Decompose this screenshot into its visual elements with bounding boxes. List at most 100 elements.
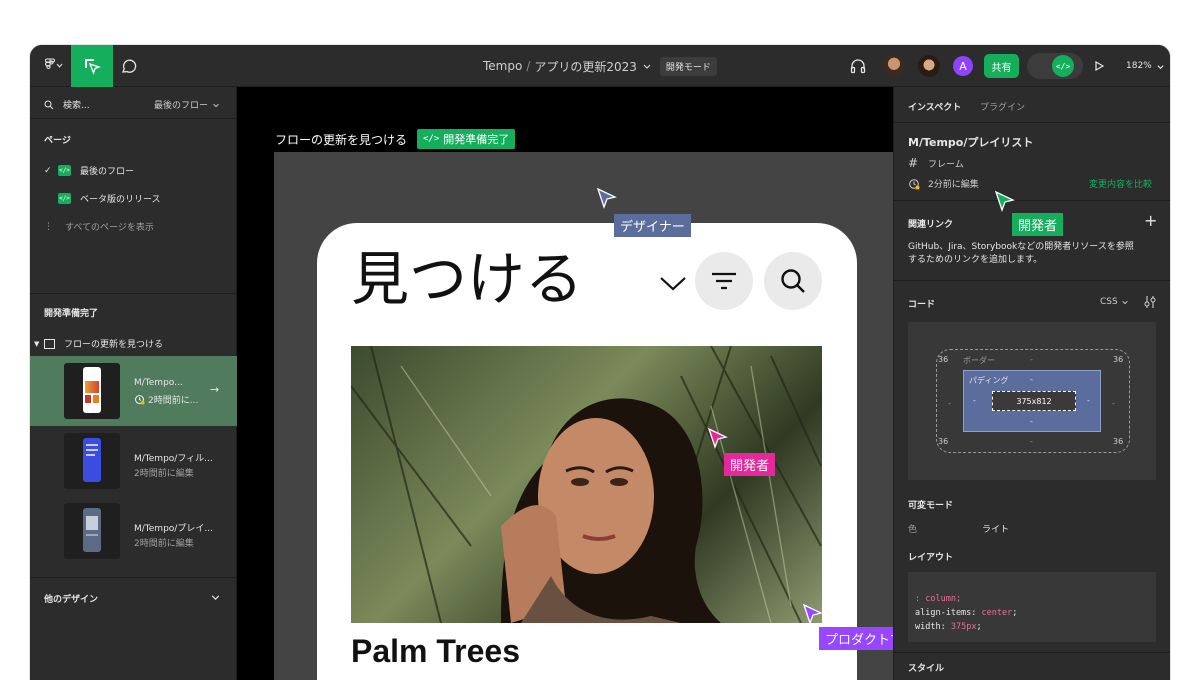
comment-tool-button[interactable]: [116, 53, 142, 79]
frame-thumbnail: [64, 433, 120, 489]
frame-meta: 2時間前に...: [134, 393, 198, 406]
code-language-value: CSS: [1100, 297, 1118, 307]
links-description-line: するためのリンクを追加します。: [908, 255, 1043, 265]
frame-title: M/Tempo/プレイ...: [134, 524, 213, 534]
frame-row[interactable]: M/Tempo/フィル... 2時間前に編集: [30, 426, 237, 496]
ready-section-heading: 開発準備完了: [44, 309, 99, 319]
search-field[interactable]: 検索...: [44, 98, 90, 111]
dev-mode-badge[interactable]: 開発モード: [659, 56, 717, 76]
project-name[interactable]: Tempo: [483, 59, 522, 73]
comment-icon: [122, 59, 137, 73]
compare-changes-link[interactable]: 変更内容を比較: [1089, 177, 1152, 190]
border-label: ボーダー: [963, 356, 995, 365]
designer-cursor-label: デザイナー: [614, 214, 691, 237]
arrow-right-icon[interactable]: →: [210, 383, 219, 396]
tab-plugins[interactable]: プラグイン: [980, 100, 1025, 113]
radius-value: 36: [938, 355, 949, 364]
history-icon: [135, 395, 145, 405]
style-heading: スタイル: [908, 664, 945, 674]
breadcrumb-separator: /: [526, 59, 531, 73]
padding-value: -: [1030, 417, 1033, 426]
page-item[interactable]: </> ベータ版のリリース: [44, 192, 161, 205]
canvas-section-title[interactable]: フローの更新を見つける: [275, 131, 407, 148]
padding-box: パディング - - - - 375x812: [963, 370, 1101, 432]
file-name[interactable]: アプリの更新2023: [534, 58, 637, 75]
collaborator-cursor-icon: [707, 427, 728, 449]
search-icon: [44, 100, 54, 109]
card-photo[interactable]: [351, 346, 822, 623]
links-description-line: GitHub、Jira、Storybookなどの開発者リソースを参照: [908, 242, 1134, 252]
other-designs-heading[interactable]: 他のデザイン: [44, 592, 98, 605]
page-item[interactable]: ✓ </> 最後のフロー: [44, 164, 134, 177]
frame-row[interactable]: M/Tempo/プレイ... 2時間前に編集: [30, 496, 237, 566]
collaborator-avatar[interactable]: [883, 55, 905, 77]
color-mode-label: 色: [908, 525, 918, 535]
collaborator-cursor-icon: [596, 187, 617, 209]
code-property: align-items: [915, 608, 972, 618]
code-value: 375px: [950, 622, 977, 632]
screen-heading: 見つける: [351, 245, 584, 313]
chevron-down-icon: [1121, 300, 1128, 305]
border-value: -: [1030, 355, 1033, 364]
frame-icon: #: [908, 156, 919, 170]
chevron-down-icon[interactable]: [210, 592, 221, 603]
code-heading: コード: [908, 300, 936, 310]
radius-value: 36: [1113, 355, 1124, 364]
chevron-down-icon: [1157, 64, 1164, 69]
radius-value: 36: [1113, 437, 1124, 446]
frame-thumbnail: [64, 503, 120, 559]
cursor-icon: [85, 59, 101, 75]
code-language-select[interactable]: CSS: [1100, 297, 1129, 307]
page-label: 最後のフロー: [80, 167, 135, 177]
layout-code-block[interactable]: : column; align-items: center; width: 37…: [908, 572, 1156, 642]
frame-thumbnail: [64, 363, 120, 419]
collaborator-cursor-icon: [994, 190, 1015, 212]
ready-for-dev-badge[interactable]: </> 開発準備完了: [417, 129, 516, 149]
tab-inspect[interactable]: インスペクト: [908, 100, 961, 113]
radius-value: 36: [938, 437, 949, 446]
photo-image: [351, 346, 822, 623]
show-all-pages-label: すべてのページを表示: [65, 223, 154, 233]
developer-cursor-label: 開発者: [1012, 213, 1064, 236]
play-icon: [1095, 60, 1105, 72]
zoom-control[interactable]: 182%: [1126, 45, 1165, 87]
main-menu-button[interactable]: [36, 53, 70, 79]
show-all-pages-link[interactable]: ⋮ すべてのページを表示: [44, 220, 154, 234]
code-value: : column;: [915, 594, 962, 604]
frame-subtitle: 2時間前に編集: [134, 469, 194, 479]
frame-name: M/Tempo/プレイリスト: [908, 136, 1034, 149]
settings-icon[interactable]: [1143, 295, 1157, 309]
pages-heading: ページ: [44, 136, 71, 146]
section-row[interactable]: ▼ フローの更新を見つける: [34, 337, 163, 350]
frame-type-row: # フレーム: [908, 156, 964, 170]
border-value: -: [1030, 437, 1033, 446]
border-value: -: [948, 399, 951, 408]
frame-row-selected[interactable]: M/Tempo... 2時間前に... →: [30, 356, 237, 426]
frame-type-label: フレーム: [928, 159, 964, 170]
chevron-down-icon[interactable]: [658, 273, 688, 293]
more-icon: ⋮: [44, 221, 53, 232]
code-line: : column;: [915, 592, 1149, 606]
design-canvas[interactable]: フローの更新を見つける </> 開発準備完了 見つける Palm Trees デ…: [237, 87, 893, 680]
padding-value: -: [1030, 375, 1033, 384]
present-button[interactable]: [1088, 55, 1110, 77]
filter-button[interactable]: [695, 252, 753, 310]
links-heading: 関連リンク: [908, 220, 954, 230]
phone-frame[interactable]: 見つける Palm Trees: [317, 223, 857, 680]
collaborator-avatar[interactable]: A: [953, 56, 973, 76]
collaborator-avatar[interactable]: [918, 55, 940, 77]
frame-title: M/Tempo...: [134, 378, 183, 388]
content-size: 375x812: [992, 391, 1076, 411]
audio-call-button[interactable]: [846, 55, 870, 77]
move-tool-button[interactable]: [71, 45, 113, 87]
flow-select[interactable]: 最後のフロー: [154, 98, 220, 111]
add-link-icon[interactable]: +: [1144, 211, 1157, 230]
canvas-section-header: フローの更新を見つける </> 開発準備完了: [275, 129, 516, 149]
section-frame[interactable]: 見つける Palm Trees: [274, 152, 893, 680]
search-button[interactable]: [764, 252, 822, 310]
share-button[interactable]: 共有: [984, 54, 1019, 78]
code-property: width: [915, 622, 941, 632]
chevron-down-icon[interactable]: [642, 61, 652, 71]
padding-label: パディング: [969, 376, 1009, 385]
dev-mode-toggle[interactable]: </>: [1027, 53, 1083, 79]
